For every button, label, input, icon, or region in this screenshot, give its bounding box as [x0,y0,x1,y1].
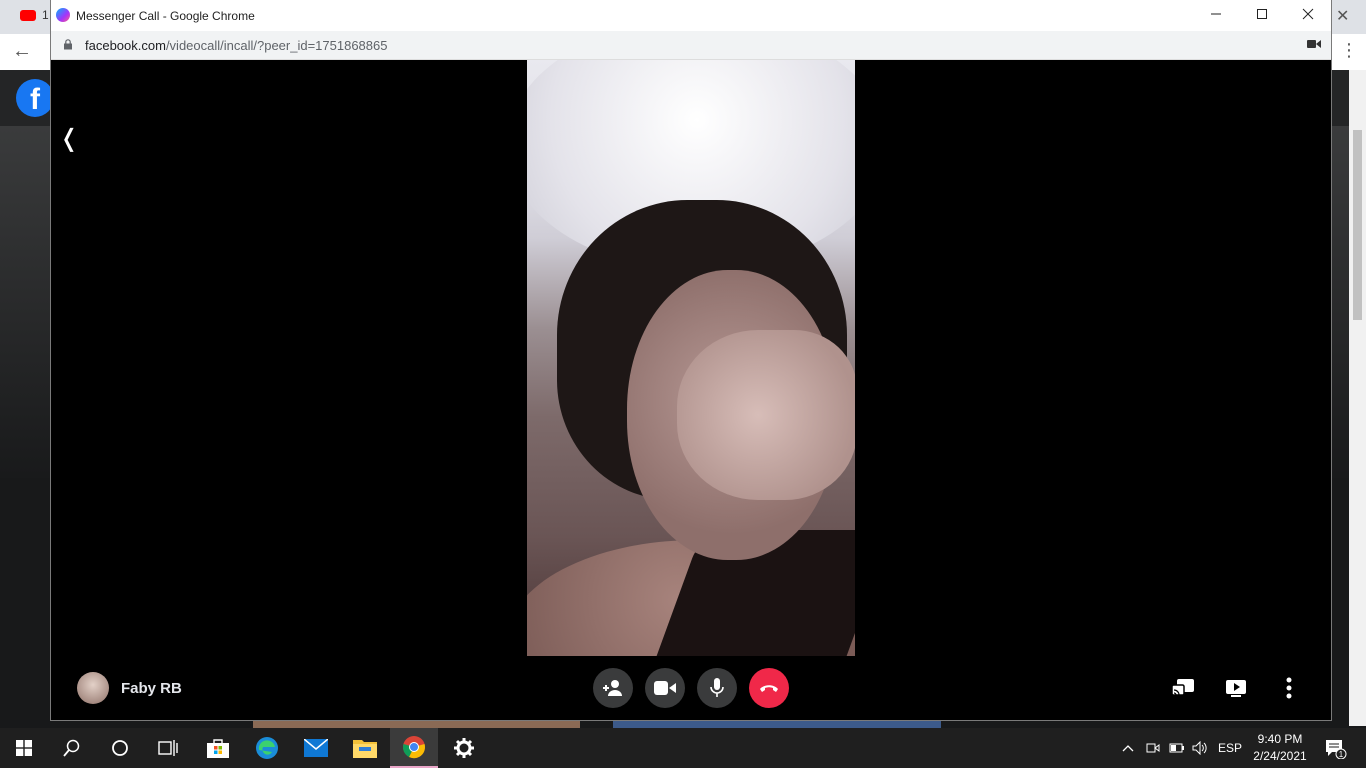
gear-icon [454,738,474,758]
microphone-icon [710,678,724,697]
search-icon [63,739,80,757]
settings-button[interactable] [440,728,488,768]
caller-avatar [77,672,109,704]
url-domain: facebook.com [85,38,166,53]
url-path: /videocall/incall/?peer_id=1751868865 [165,38,388,53]
windows-logo-icon [16,740,32,756]
microphone-button[interactable] [697,668,737,708]
video-camera-icon [654,681,676,695]
more-options-icon [1286,677,1292,699]
video-toggle-button[interactable] [645,668,685,708]
meet-now-icon [1146,743,1160,753]
maximize-button[interactable] [1239,0,1285,31]
chrome-icon [403,736,425,759]
minimize-icon [1211,13,1221,15]
cast-icon [1172,679,1194,696]
address-bar[interactable]: facebook.com/videocall/incall/?peer_id=1… [51,31,1331,60]
show-hidden-icons-button[interactable] [1118,728,1138,768]
background-tab-label[interactable]: 1 [42,8,49,22]
battery-icon [1169,743,1184,753]
clock-time: 9:40 PM [1257,732,1303,746]
camera-in-use-icon[interactable] [1307,39,1321,49]
mail-button[interactable] [292,728,340,768]
volume-button[interactable] [1189,728,1211,768]
end-call-icon [760,685,778,692]
folder-icon [353,740,377,758]
remote-video-feed [527,60,855,656]
url-text[interactable]: facebook.com/videocall/incall/?peer_id=1… [85,38,387,53]
background-back-icon[interactable]: ← [12,40,32,63]
youtube-icon [20,10,36,21]
edge-icon [256,737,278,759]
search-button[interactable] [48,728,96,768]
messenger-call-window: Messenger Call - Google Chrome facebook.… [51,0,1331,720]
facebook-logo-icon[interactable]: f [16,79,54,117]
battery-button[interactable] [1166,728,1188,768]
language-indicator[interactable]: ESP [1214,728,1246,768]
screen-share-icon [1226,680,1246,697]
windows-taskbar: ESP 9:40 PM 2/24/2021 1 [0,728,1366,768]
speaker-icon [1192,741,1207,755]
add-person-icon [603,680,622,696]
messenger-icon [56,8,70,22]
caller-name: Faby RB [121,680,182,697]
maximize-icon [1257,9,1267,19]
task-view-button[interactable] [144,728,192,768]
notification-count: 1 [1339,750,1344,759]
cortana-icon [112,740,128,756]
mail-icon [304,739,328,757]
background-menu-icon[interactable]: ⋮ [1340,40,1358,61]
add-person-button[interactable] [593,668,633,708]
end-call-button[interactable] [749,668,789,708]
task-view-icon [158,740,178,756]
chevron-up-icon [1122,745,1134,752]
back-chevron-icon[interactable]: ❬ [59,124,79,153]
microsoft-store-button[interactable] [194,728,242,768]
background-scrollbar[interactable] [1349,70,1366,726]
more-options-button[interactable] [1277,676,1301,700]
cortana-button[interactable] [96,728,144,768]
close-button[interactable] [1285,0,1331,31]
call-area: ❬ Faby RB [51,60,1331,720]
window-title: Messenger Call - Google Chrome [76,9,255,23]
notification-icon: 1 [1326,740,1347,760]
clock-date: 2/24/2021 [1253,749,1307,763]
microsoft-store-icon [207,739,229,758]
background-close-icon[interactable]: ✕ [1336,6,1349,26]
system-clock[interactable]: 9:40 PM 2/24/2021 [1252,731,1308,765]
screen-share-button[interactable] [1224,676,1248,700]
cast-button[interactable] [1171,676,1195,700]
edge-button[interactable] [243,728,291,768]
window-titlebar: Messenger Call - Google Chrome [51,0,1331,31]
meet-now-button[interactable] [1142,728,1164,768]
minimize-button[interactable] [1193,0,1239,31]
notification-center-button[interactable]: 1 [1325,739,1347,764]
file-explorer-button[interactable] [341,728,389,768]
close-icon [1302,8,1314,20]
chrome-taskbar-button[interactable] [390,728,438,768]
start-button[interactable] [0,728,48,768]
lock-icon [64,39,72,50]
